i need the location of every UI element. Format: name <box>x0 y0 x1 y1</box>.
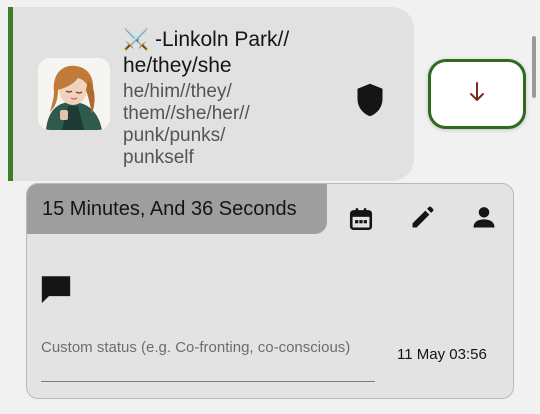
front-card: 15 Minutes, And 36 Seconds Custom status… <box>26 183 514 399</box>
comment-button[interactable] <box>39 272 73 306</box>
edit-icon <box>409 203 437 236</box>
member-profile-button[interactable] <box>468 203 500 235</box>
switch-front-button[interactable] <box>428 59 526 129</box>
front-timestamp: 11 May 03:56 <box>397 346 487 363</box>
edit-button[interactable] <box>407 203 439 235</box>
avatar-icon <box>38 58 110 130</box>
scrollbar-thumb[interactable] <box>532 36 536 98</box>
arrow-down-icon <box>469 81 485 108</box>
shield-icon <box>355 82 385 118</box>
member-info: ⚔️ -Linkoln Park// he/they/she he/him//t… <box>123 27 323 169</box>
chat-bubble-icon <box>39 276 73 310</box>
member-pronouns-detail: he/him//they/ them//she/her// punk/punks… <box>123 81 250 168</box>
member-card[interactable]: ⚔️ -Linkoln Park// he/they/she he/him//t… <box>8 7 414 181</box>
calendar-button[interactable] <box>345 205 377 237</box>
member-pronouns: he/they/she <box>123 54 232 77</box>
member-avatar[interactable] <box>38 58 110 130</box>
member-name: ⚔️ -Linkoln Park// <box>123 28 290 51</box>
front-duration: 15 Minutes, And 36 Seconds <box>27 184 327 234</box>
custom-status-input[interactable] <box>41 336 375 382</box>
person-icon <box>470 203 498 236</box>
calendar-icon <box>348 206 374 237</box>
